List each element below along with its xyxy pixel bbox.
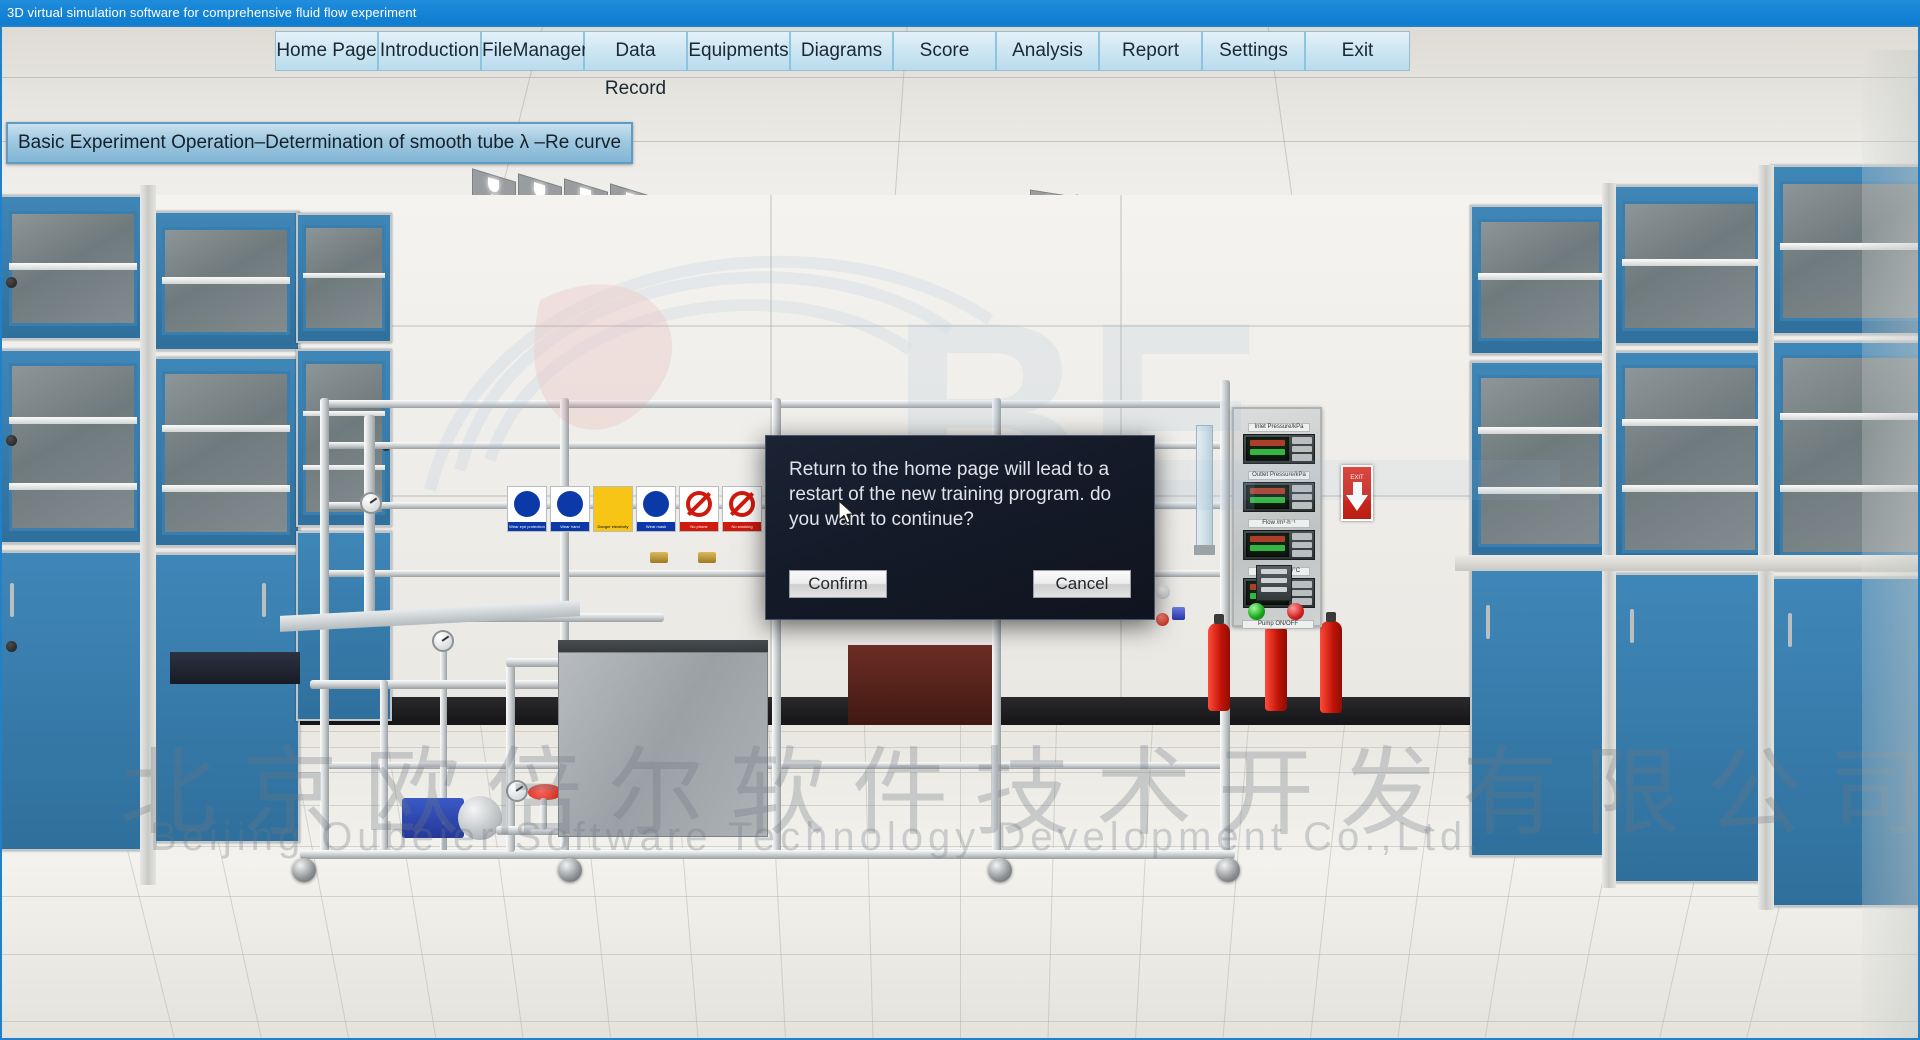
rotameter-base <box>1194 545 1215 555</box>
stop-button[interactable] <box>1287 603 1304 620</box>
flow-sensor[interactable] <box>1156 585 1170 599</box>
safety-sign-caption: No phone <box>680 522 718 531</box>
safety-sign-no-mobile-phone: No phone <box>680 487 718 531</box>
experiment-title-text: Basic Experiment Operation–Determination… <box>18 132 622 153</box>
no-smoking-icon <box>729 491 755 517</box>
main-menu-bar[interactable]: Home Page Introduction FileManager Data Rec… <box>276 32 1409 99</box>
brass-fitting <box>650 552 668 563</box>
menu-item-report[interactable]: Report <box>1100 32 1203 70</box>
centrifugal-pump[interactable] <box>402 798 464 838</box>
cabinet-bank-left[interactable] <box>0 185 300 905</box>
downlight-icon <box>488 177 499 194</box>
safety-sign-no-smoking: No smoking <box>723 487 761 531</box>
meter-label-1: Outlet Pressure/kPa <box>1248 471 1310 480</box>
rotameter[interactable] <box>1196 425 1213 550</box>
exit-arrow-stem <box>1352 482 1362 495</box>
start-button[interactable] <box>1248 603 1265 620</box>
pump-switch-label: Pump ON/OFF <box>1242 620 1314 629</box>
menu-item-analysis[interactable]: Analysis <box>997 32 1100 70</box>
meter-display <box>1246 533 1289 557</box>
confirm-dialog[interactable]: Return to the home page will lead to a r… <box>765 435 1155 620</box>
pressure-gauge[interactable] <box>360 492 382 514</box>
fire-extinguisher <box>1320 612 1342 713</box>
selector-switch-box[interactable] <box>1256 565 1292 601</box>
digital-meter-1[interactable] <box>1243 482 1315 512</box>
window-title-bar: 3D virtual simulation software for compr… <box>0 0 1920 25</box>
safety-sign-electrical-hazard: Danger electricity <box>594 487 632 531</box>
cancel-button[interactable]: Cancel <box>1033 570 1131 598</box>
meter-label-2: Flow /m³·h⁻¹ <box>1248 519 1310 528</box>
viewport-right-edge <box>1862 50 1920 1040</box>
menu-item-home-page[interactable]: Home Page <box>276 32 379 70</box>
meter-keypad[interactable] <box>1292 437 1312 462</box>
water-tank[interactable] <box>558 652 768 837</box>
meter-keypad[interactable] <box>1292 485 1312 510</box>
experiment-title-plate: Basic Experiment Operation–Determination… <box>6 122 634 164</box>
safety-sign-caption: Danger electricity <box>594 522 632 531</box>
exit-sign: EXIT <box>1341 465 1373 521</box>
dialog-message: Return to the home page will lead to a r… <box>789 459 1112 530</box>
menu-item-score[interactable]: Score <box>894 32 997 70</box>
exit-sign-text: EXIT <box>1350 475 1364 481</box>
digital-meter-0[interactable] <box>1243 434 1315 464</box>
menu-item-data-record[interactable]: Data Record <box>585 32 688 99</box>
ceiling-grout <box>0 77 1920 78</box>
menu-item-settings[interactable]: Settings <box>1203 32 1306 70</box>
window-title-text: 3D virtual simulation software for compr… <box>7 5 417 20</box>
menu-item-diagrams[interactable]: Diagrams <box>791 32 894 70</box>
application-window: 3D virtual simulation software for compr… <box>0 0 1920 1040</box>
safety-sign-wear-mask: Wear mask <box>637 487 675 531</box>
red-valve-handle[interactable] <box>1156 613 1169 626</box>
pump-pressure-gauge[interactable] <box>506 780 528 802</box>
fire-extinguisher <box>1208 614 1230 711</box>
wear-goggles-icon <box>514 491 540 517</box>
wear-mask-icon <box>643 491 669 517</box>
meter-display <box>1246 485 1289 509</box>
menu-item-exit[interactable]: Exit <box>1306 32 1409 70</box>
menu-item-file-manager[interactable]: FileManager <box>482 32 588 70</box>
safety-sign-wear-goggles: Wear eye protection <box>508 487 546 531</box>
no-mobile-phone-icon <box>686 491 712 517</box>
meter-display <box>1246 437 1289 461</box>
menu-item-introduction[interactable]: Introduction <box>379 32 482 70</box>
meter-label-0: Inlet Pressure/kPa <box>1248 423 1310 432</box>
safety-sign-board: Wear eye protection Wear hand protection D… <box>508 487 761 531</box>
counter-top <box>1455 555 1920 571</box>
confirm-button[interactable]: Confirm <box>789 570 887 598</box>
digital-meter-2[interactable] <box>1243 530 1315 560</box>
safety-sign-caption: Wear eye protection <box>508 522 546 531</box>
dialog-button-row: Confirm Cancel <box>789 570 1131 598</box>
hazard-triangle-icon <box>598 491 628 517</box>
fire-extinguisher <box>1265 614 1287 711</box>
cabinet-bank-right[interactable] <box>1470 165 1920 925</box>
meter-keypad[interactable] <box>1292 533 1312 558</box>
pressure-gauge[interactable] <box>432 630 454 652</box>
wear-gloves-icon <box>557 491 583 517</box>
brass-fitting <box>698 552 716 563</box>
safety-sign-wear-gloves: Wear hand protection <box>551 487 589 531</box>
exit-arrow-icon <box>1346 495 1368 511</box>
safety-sign-caption: No smoking <box>723 522 761 531</box>
safety-sign-caption: Wear mask <box>637 522 675 531</box>
safety-sign-caption: Wear hand protection <box>551 522 589 531</box>
blue-valve-handle[interactable] <box>1172 607 1185 620</box>
menu-item-equipments[interactable]: Equipments <box>688 32 791 70</box>
meter-keypad[interactable] <box>1292 581 1312 606</box>
